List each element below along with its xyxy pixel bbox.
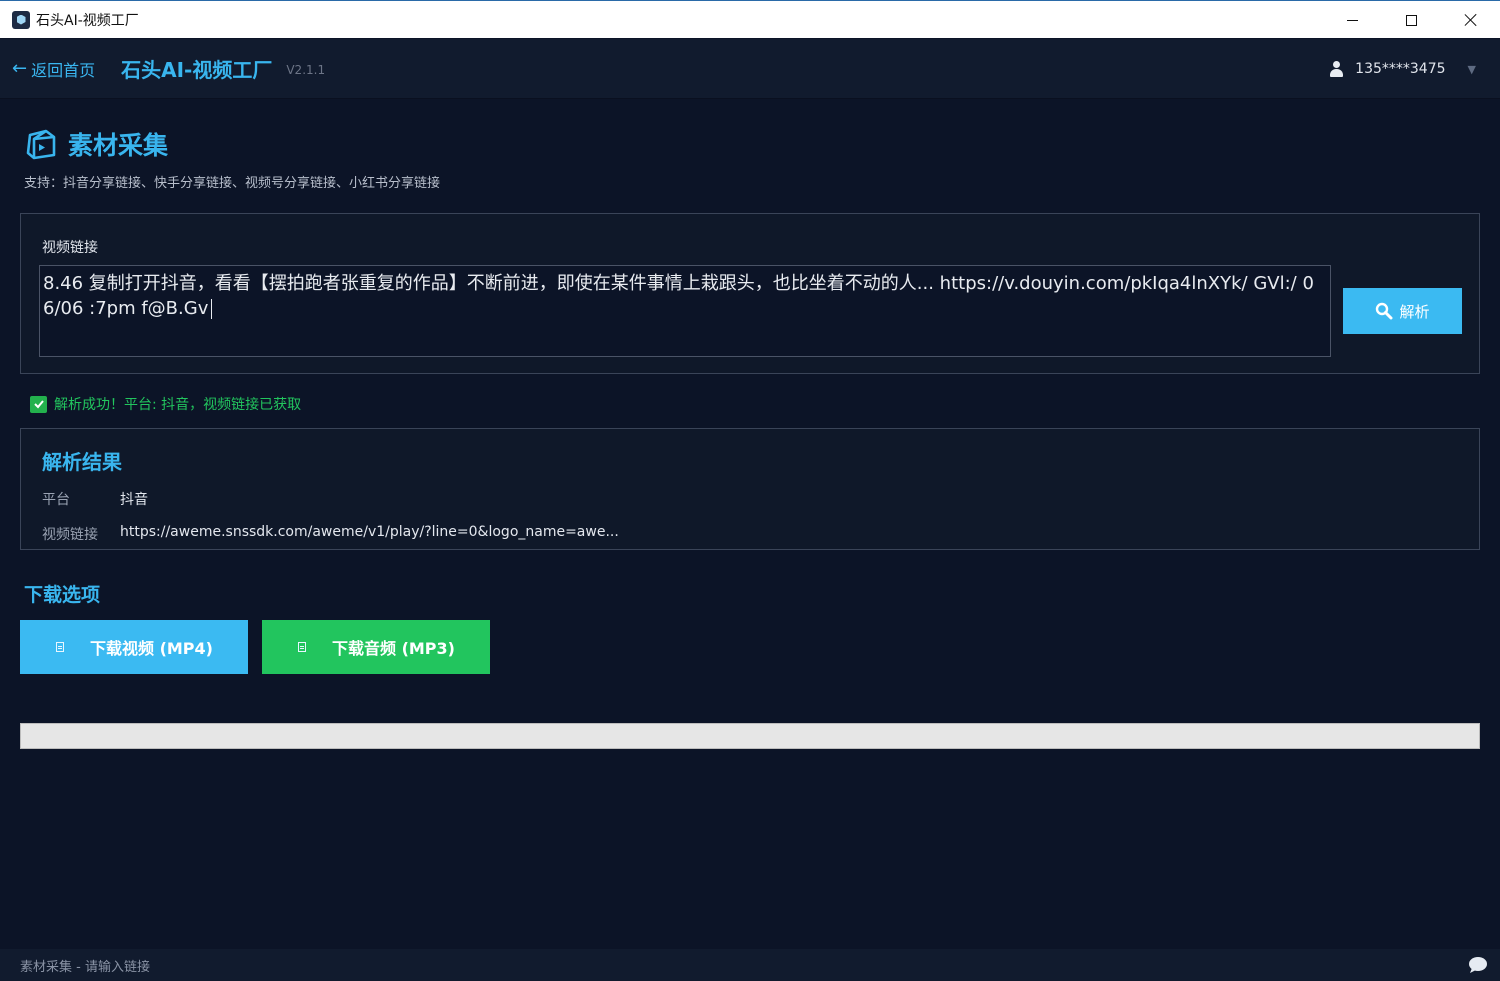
result-key: 平台 <box>42 492 70 508</box>
download-audio-label: 下载音频 (MP3) <box>332 639 455 658</box>
result-value[interactable]: https://aweme.snssdk.com/aweme/v1/play/?… <box>120 524 619 544</box>
back-arrow-icon: ← <box>12 58 28 79</box>
parse-button-label: 解析 <box>1399 302 1430 321</box>
user-icon <box>1329 61 1344 77</box>
search-icon <box>1376 302 1393 320</box>
status-bar-text: 素材采集 - 请输入链接 <box>20 959 150 975</box>
app-header: ← 返回首页 石头AI-视频工厂 V2.1.1 135****3475 ▼ <box>0 39 1500 99</box>
result-row-video-link: 视频链接 https://aweme.snssdk.com/aweme/v1/p… <box>42 524 619 544</box>
result-key: 视频链接 <box>42 527 98 543</box>
maximize-button[interactable] <box>1382 1 1441 39</box>
page-heading: 素材采集 <box>24 126 168 162</box>
close-button[interactable] <box>1441 1 1500 39</box>
back-home-link[interactable]: ← 返回首页 <box>12 57 95 81</box>
back-home-label: 返回首页 <box>31 60 96 80</box>
user-phone: 135****3475 <box>1355 61 1446 77</box>
check-icon <box>30 395 47 413</box>
minimize-icon <box>1347 19 1358 21</box>
material-collect-icon <box>26 129 56 160</box>
page-title: 素材采集 <box>68 131 169 160</box>
file-icon <box>56 642 64 652</box>
window-controls <box>1323 1 1500 39</box>
result-row-platform: 平台 抖音 <box>42 489 148 509</box>
chevron-down-icon[interactable]: ▼ <box>1468 63 1476 76</box>
parse-button[interactable]: 解析 <box>1343 288 1462 334</box>
parse-result-panel: 解析结果 平台 抖音 视频链接 https://aweme.snssdk.com… <box>20 428 1480 550</box>
result-title: 解析结果 <box>42 450 122 474</box>
window-title: 石头AI-视频工厂 <box>36 12 139 29</box>
status-message: 解析成功！平台: 抖音，视频链接已获取 <box>54 397 302 413</box>
result-value: 抖音 <box>120 492 148 508</box>
video-link-input[interactable]: 8.46 复制打开抖音，看看【摆拍跑者张重复的作品】不断前进，即使在某件事情上栽… <box>39 265 1331 357</box>
app-title: 石头AI-视频工厂 <box>121 58 273 82</box>
download-options-title: 下载选项 <box>24 584 101 606</box>
close-icon <box>1464 13 1478 27</box>
video-link-panel: 视频链接 8.46 复制打开抖音，看看【摆拍跑者张重复的作品】不断前进，即使在某… <box>20 213 1480 374</box>
video-link-value: 8.46 复制打开抖音，看看【摆拍跑者张重复的作品】不断前进，即使在某件事情上栽… <box>43 273 1314 319</box>
window-titlebar: 石头AI-视频工厂 <box>0 0 1500 38</box>
chat-icon[interactable] <box>1468 956 1488 974</box>
app-logo-icon <box>12 10 30 29</box>
maximize-icon <box>1406 14 1417 26</box>
minimize-button[interactable] <box>1323 1 1382 39</box>
download-progress-bar <box>20 723 1480 749</box>
parse-status: 解析成功！平台: 抖音，视频链接已获取 <box>30 394 301 414</box>
download-audio-button[interactable]: 下载音频 (MP3) <box>262 620 490 674</box>
user-menu[interactable]: 135****3475 ▼ <box>1329 39 1476 99</box>
text-caret <box>211 299 213 319</box>
download-video-label: 下载视频 (MP4) <box>90 639 213 658</box>
file-icon <box>298 642 306 652</box>
download-video-button[interactable]: 下载视频 (MP4) <box>20 620 248 674</box>
status-bar: 素材采集 - 请输入链接 <box>0 949 1500 981</box>
app-version: V2.1.1 <box>286 62 326 77</box>
page-subtitle: 支持：抖音分享链接、快手分享链接、视频号分享链接、小红书分享链接 <box>24 176 441 191</box>
video-link-label: 视频链接 <box>42 240 98 256</box>
